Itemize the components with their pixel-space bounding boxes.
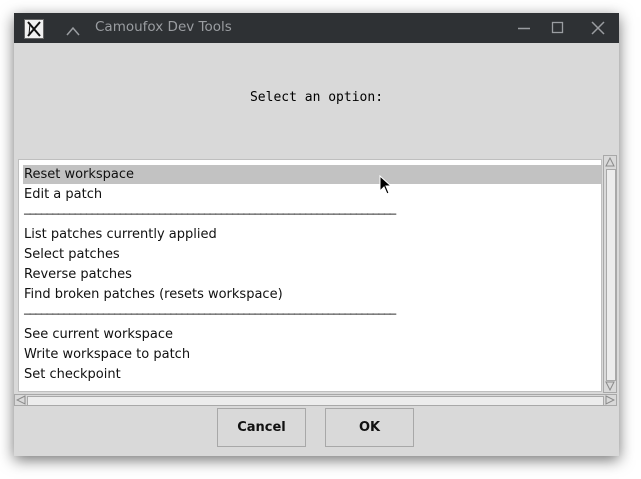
list-item-reset-workspace[interactable]: Reset workspace <box>23 165 601 184</box>
vertical-scroll-thumb[interactable] <box>606 169 616 381</box>
minimize-icon[interactable] <box>517 21 531 35</box>
mouse-cursor-icon <box>379 175 393 195</box>
scroll-down-arrow-icon[interactable] <box>605 381 615 391</box>
title-bar[interactable]: Camoufox Dev Tools <box>14 13 619 43</box>
list-separator[interactable]: ────────────────────────────────────────… <box>23 205 601 224</box>
options-listbox[interactable]: Reset workspace Edit a patch ───────────… <box>18 159 602 392</box>
list-item-list-patches[interactable]: List patches currently applied <box>23 225 601 244</box>
maximize-icon[interactable] <box>551 21 565 35</box>
list-item-reverse-patches[interactable]: Reverse patches <box>23 265 601 284</box>
scroll-left-arrow-icon[interactable] <box>16 395 26 405</box>
list-item-edit-patch[interactable]: Edit a patch <box>23 185 601 204</box>
cancel-button[interactable]: Cancel <box>217 408 306 447</box>
close-icon[interactable] <box>591 21 605 35</box>
list-item-see-workspace[interactable]: See current workspace <box>23 325 601 344</box>
list-item-select-patches[interactable]: Select patches <box>23 245 601 264</box>
horizontal-scroll-thumb[interactable] <box>27 396 604 406</box>
prompt-label: Select an option: <box>249 90 384 105</box>
window-title: Camoufox Dev Tools <box>95 19 232 35</box>
ok-button[interactable]: OK <box>325 408 414 447</box>
dialog-window: Camoufox Dev Tools Select an option: Res… <box>14 13 619 456</box>
list-item-write-workspace[interactable]: Write workspace to patch <box>23 345 601 364</box>
list-item-set-checkpoint[interactable]: Set checkpoint <box>23 365 601 384</box>
x11-app-icon[interactable] <box>24 19 44 39</box>
shade-chevron-up-icon[interactable] <box>66 22 80 36</box>
vertical-scrollbar[interactable] <box>603 155 617 393</box>
horizontal-scrollbar[interactable] <box>14 394 617 406</box>
scroll-up-arrow-icon[interactable] <box>605 157 615 167</box>
list-separator[interactable]: ────────────────────────────────────────… <box>23 305 601 324</box>
list-item-find-broken-patches[interactable]: Find broken patches (resets workspace) <box>23 285 601 304</box>
scroll-right-arrow-icon[interactable] <box>605 395 615 405</box>
